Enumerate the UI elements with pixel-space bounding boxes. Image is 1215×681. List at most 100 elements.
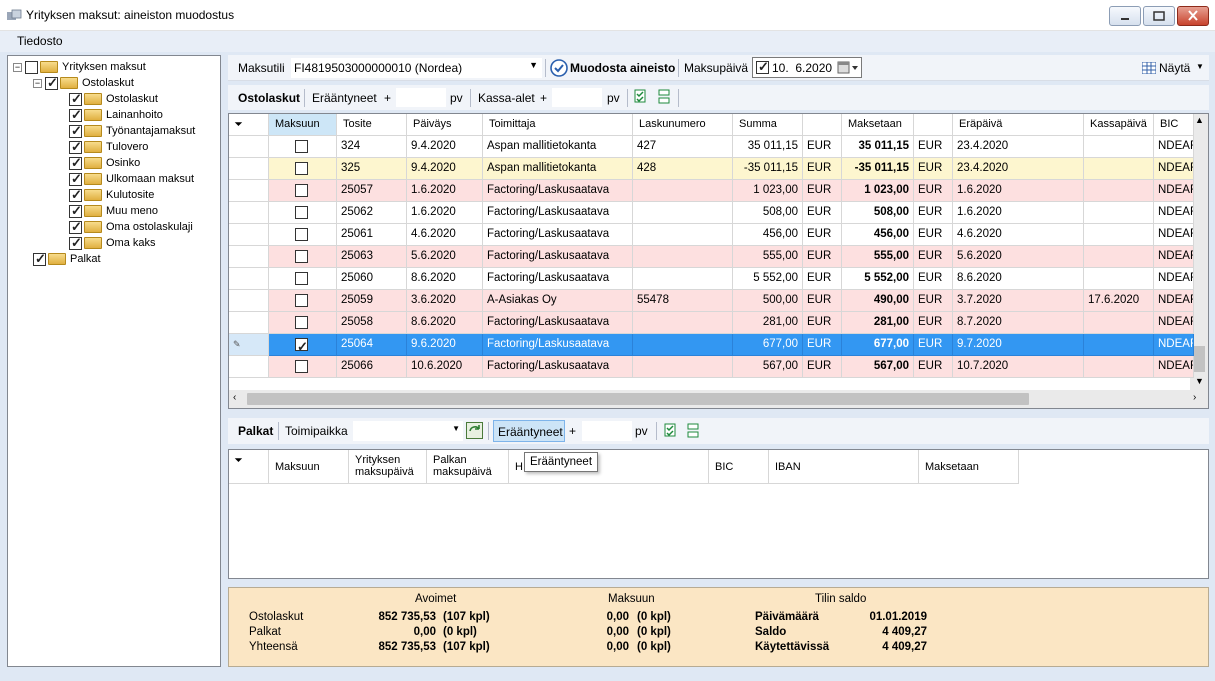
paydate-picker[interactable]: 10. 6.2020 [752,57,862,78]
tree-checkbox[interactable] [69,107,82,123]
create-file-button[interactable]: Muodosta aineisto [549,57,675,79]
tree-checkbox[interactable] [33,251,46,267]
cell-checkbox[interactable] [269,290,337,312]
pay-checkbox[interactable] [295,294,308,307]
cell-checkbox[interactable] [269,202,337,224]
select-all-icon[interactable] [664,423,680,439]
tree-item[interactable]: Tulovero [69,139,148,155]
column-header[interactable]: Tosite [337,114,407,136]
tree-checkbox[interactable] [69,235,82,251]
column-header[interactable]: BIC [709,450,769,484]
paydate-checkbox[interactable] [756,59,769,75]
tree-checkbox[interactable] [25,60,38,74]
discount-days-input[interactable] [552,88,602,107]
pay-checkbox[interactable] [295,250,308,263]
tree-checkbox[interactable] [69,171,82,187]
minimize-button[interactable] [1109,6,1141,26]
cell-checkbox[interactable] [269,224,337,246]
tree-item[interactable]: Osinko [69,155,140,171]
column-header[interactable]: Maksuun [269,114,337,136]
cell-checkbox[interactable] [269,136,337,158]
column-header[interactable]: BIC [1154,114,1194,136]
tree-checkbox[interactable] [69,139,82,155]
cell-checkbox[interactable] [269,334,337,356]
pay-checkbox[interactable] [295,336,308,355]
refresh-icon[interactable] [466,422,484,440]
tree-item[interactable]: Työnantajamaksut [69,123,195,139]
tree-item[interactable]: Kulutosite [69,187,154,203]
tree-checkbox[interactable] [69,187,82,203]
location-select[interactable]: ▼ [353,421,463,441]
collapse-icon[interactable]: − [33,78,42,88]
chevron-right-icon[interactable]: › [1193,392,1196,403]
cell-checkbox[interactable] [269,268,337,290]
row-indicator[interactable]: ✎ [229,334,269,356]
tree-item[interactable]: Oma kaks [69,235,156,251]
calendar-icon[interactable] [837,60,859,76]
tree-checkbox[interactable] [69,219,82,235]
row-indicator[interactable] [229,136,269,158]
tree-checkbox[interactable] [69,203,82,219]
close-button[interactable] [1177,6,1209,26]
pay-checkbox[interactable] [295,184,308,197]
column-header[interactable]: Palkan maksupäivä [427,450,509,484]
pay-checkbox[interactable] [295,272,308,285]
column-chooser[interactable]: ⏷ [229,114,269,136]
collapse-icon[interactable]: − [13,62,22,72]
pay-checkbox[interactable] [295,316,308,329]
row-indicator[interactable] [229,180,269,202]
tree-item[interactable]: Palkat [33,251,101,267]
cell-checkbox[interactable] [269,158,337,180]
salaries-overdue-days-input[interactable] [582,421,632,441]
chevron-up-icon[interactable]: ▲ [1195,115,1204,125]
row-indicator[interactable] [229,246,269,268]
tree-item[interactable]: − Yrityksen maksut [13,59,146,75]
split-view-icon[interactable] [685,423,701,439]
tree-item[interactable]: Muu meno [69,203,158,219]
pay-checkbox[interactable] [295,206,308,219]
tree-item[interactable]: Ulkomaan maksut [69,171,194,187]
tree-checkbox[interactable] [69,123,82,139]
row-indicator[interactable] [229,158,269,180]
column-header[interactable]: Maksuun [269,450,349,484]
tree-checkbox[interactable] [69,155,82,171]
cell-checkbox[interactable] [269,312,337,334]
column-header[interactable] [803,114,842,136]
menu-file[interactable]: Tiedosto [17,34,63,48]
scroll-thumb[interactable] [1193,346,1205,372]
scroll-thumb[interactable] [247,393,1029,405]
tree-item[interactable]: − Ostolaskut [33,75,134,91]
horizontal-scrollbar[interactable]: ‹ › [229,390,1208,408]
pay-checkbox[interactable] [295,162,308,175]
cell-checkbox[interactable] [269,356,337,378]
split-view-icon[interactable] [656,89,672,105]
account-select[interactable]: FI4819503000000010 (Nordea) ▼ [291,58,542,78]
cell-checkbox[interactable] [269,180,337,202]
column-header[interactable]: Kassapäivä [1084,114,1154,136]
column-header[interactable]: Toimittaja [483,114,633,136]
column-header[interactable]: IBAN [769,450,919,484]
pay-checkbox[interactable] [295,140,308,153]
column-chooser[interactable]: ⏷ [229,450,269,484]
row-indicator[interactable] [229,268,269,290]
pay-checkbox[interactable] [295,360,308,373]
row-indicator[interactable] [229,290,269,312]
cell-checkbox[interactable] [269,246,337,268]
show-menu-button[interactable]: Näytä ▼ [1140,58,1206,78]
pay-checkbox[interactable] [295,228,308,241]
column-header[interactable]: Maksetaan [919,450,1019,484]
row-indicator[interactable] [229,224,269,246]
chevron-left-icon[interactable]: ‹ [233,392,236,403]
tree-item[interactable]: Oma ostolaskulaji [69,219,193,235]
column-header[interactable]: Laskunumero [633,114,733,136]
column-header[interactable] [914,114,953,136]
overdue-days-input[interactable] [396,88,446,107]
tree-item[interactable]: Ostolaskut [69,91,158,107]
tree-checkbox[interactable] [45,75,58,91]
select-all-icon[interactable] [634,89,650,105]
row-indicator[interactable] [229,312,269,334]
column-header[interactable]: Yrityksen maksupäivä [349,450,427,484]
row-indicator[interactable] [229,356,269,378]
tree-checkbox[interactable] [69,91,82,107]
overdue-toggle-button[interactable]: Erääntyneet [493,420,565,442]
